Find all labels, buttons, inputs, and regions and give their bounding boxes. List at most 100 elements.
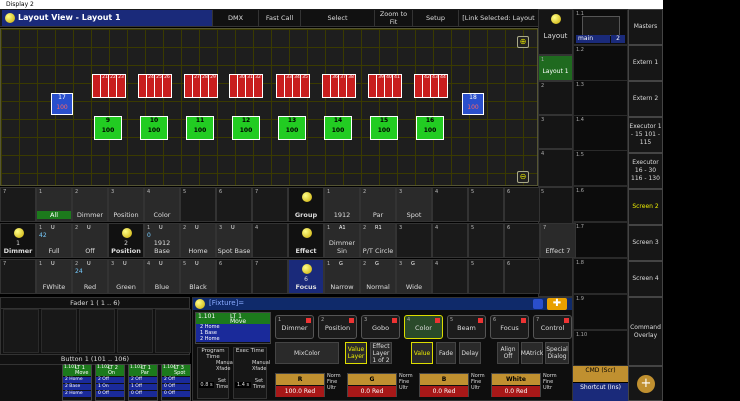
- setup-button[interactable]: Setup: [412, 10, 458, 26]
- norm-fine-ultra[interactable]: Norm Fine Ultr: [543, 373, 561, 397]
- focus-item[interactable]: 5: [468, 259, 504, 294]
- master-tab[interactable]: Executor 1 - 15 101 - 115: [628, 117, 663, 153]
- position-item[interactable]: 1 U 0 1912 Base: [144, 223, 180, 258]
- color-item[interactable]: 1 U FWhite: [36, 259, 72, 294]
- dmx-button[interactable]: DMX: [212, 10, 258, 26]
- attribute-button[interactable]: 2 Position: [318, 315, 357, 339]
- position-header[interactable]: 2 Position: [108, 223, 144, 258]
- fade-button[interactable]: Fade: [436, 342, 456, 364]
- shortcut-button[interactable]: Shortcut (Ins): [573, 383, 628, 401]
- color-item[interactable]: 2 U 24 Red: [72, 259, 108, 294]
- group-item[interactable]: 4: [432, 187, 468, 222]
- position-item[interactable]: 4: [252, 223, 288, 258]
- attribute-button[interactable]: 5 Beam: [447, 315, 486, 339]
- filter-item[interactable]: 7: [252, 187, 288, 222]
- effect-item[interactable]: 4: [432, 223, 468, 258]
- green-fixture[interactable]: 13 100: [278, 116, 306, 140]
- layout-tab-2[interactable]: 2: [538, 81, 573, 115]
- button-item[interactable]: 1.104 LT 3 Spot 2 Off 0 Off 0 Off: [161, 364, 191, 401]
- color-encoder[interactable]: White 0.0 Red: [491, 373, 541, 397]
- attribute-button[interactable]: 6 Focus: [490, 315, 529, 339]
- fader-cell-2[interactable]: [41, 309, 77, 353]
- effect-item[interactable]: 3: [396, 223, 432, 258]
- group-item[interactable]: 2 Par: [360, 187, 396, 222]
- dimmer-item[interactable]: 1 U 42 Full: [36, 223, 72, 258]
- fixture-17[interactable]: 17 100: [51, 93, 73, 115]
- filter-item[interactable]: 5: [180, 187, 216, 222]
- green-fixture[interactable]: 10 100: [140, 116, 168, 140]
- dimmer-header[interactable]: 1 Dimmer: [0, 223, 36, 258]
- effect-layer-button[interactable]: Effect Layer 1 of 2: [370, 342, 392, 364]
- green-fixture[interactable]: 14 100: [324, 116, 352, 140]
- master-tab[interactable]: Screen 2: [628, 189, 663, 225]
- focus-item[interactable]: 6: [504, 259, 540, 294]
- norm-fine-ultra[interactable]: Norm Fine Ultr: [327, 373, 345, 397]
- effect-item[interactable]: 6: [504, 223, 540, 258]
- green-fixture[interactable]: 9 100: [94, 116, 122, 140]
- red-fixture[interactable]: 41: [392, 74, 402, 98]
- master-tab[interactable]: Screen 3: [628, 225, 663, 261]
- color-item[interactable]: 7: [252, 259, 288, 294]
- executor-slot[interactable]: 1.5: [573, 150, 628, 186]
- focus-item[interactable]: 2 G Normal: [360, 259, 396, 294]
- effect-header[interactable]: Effect: [288, 223, 324, 258]
- attribute-button[interactable]: 1 Dimmer: [275, 315, 314, 339]
- master-tab[interactable]: Extern 2: [628, 81, 663, 117]
- executor-slot[interactable]: 1.4: [573, 115, 628, 151]
- red-fixture[interactable]: 26: [162, 74, 172, 98]
- sheet-exec-box[interactable]: 1.101 LT 1 Move 2 Home 1 Base 2 Home: [195, 312, 271, 344]
- master-tab[interactable]: Screen 4: [628, 261, 663, 297]
- executor-slot[interactable]: 1.9: [573, 294, 628, 330]
- color-item[interactable]: 5 U Black: [180, 259, 216, 294]
- group-item[interactable]: 3 Spot: [396, 187, 432, 222]
- attribute-button[interactable]: 7 Control: [533, 315, 572, 339]
- delay-button[interactable]: Delay: [459, 342, 481, 364]
- zoom-out-icon[interactable]: ⊖: [517, 171, 529, 183]
- focus-item[interactable]: 3 G Wide: [396, 259, 432, 294]
- position-item[interactable]: 3 U Spot Base: [216, 223, 252, 258]
- group-item[interactable]: 7: [0, 187, 36, 222]
- filter-item[interactable]: 3 Position: [108, 187, 144, 222]
- effect-item[interactable]: 7 Effect 7: [540, 223, 576, 258]
- position-item[interactable]: 2 U Home: [180, 223, 216, 258]
- link-selected-button[interactable]: [Link Selected: Layout: [458, 10, 538, 26]
- executor-slot[interactable]: 1.2: [573, 45, 628, 81]
- cmd-button[interactable]: CMD (Scr): [573, 366, 628, 382]
- zoom-to-fit-button[interactable]: Zoom to Fit: [374, 10, 412, 26]
- filter-item[interactable]: 2 Dimmer: [72, 187, 108, 222]
- fader-cell-4[interactable]: [117, 309, 153, 353]
- color-encoder[interactable]: B 0.0 Red: [419, 373, 469, 397]
- green-fixture[interactable]: 11 100: [186, 116, 214, 140]
- executor-main[interactable]: 1.1 main 2: [573, 9, 628, 45]
- color-encoder[interactable]: G 0.0 Red: [347, 373, 397, 397]
- fader-cell-3[interactable]: [79, 309, 115, 353]
- add-circle-icon[interactable]: +: [637, 375, 655, 393]
- add-icon[interactable]: ✚: [547, 298, 567, 310]
- color-item[interactable]: 6: [216, 259, 252, 294]
- button-item[interactable]: 1.102 LT 2 On 2 Off 1 On 0 Off: [95, 364, 125, 401]
- master-tab[interactable]: Command Overlay: [628, 297, 663, 366]
- focus-item[interactable]: 1 G Narrow: [324, 259, 360, 294]
- dimmer-item[interactable]: 2 U Off: [72, 223, 108, 258]
- layout-pool-header[interactable]: Layout: [538, 9, 573, 55]
- button-item[interactable]: 1.103 LT 1 Par 2 Off 1 Off 0 Off: [128, 364, 158, 401]
- value-button[interactable]: Value: [411, 342, 433, 364]
- effect-item[interactable]: 2 R1 P/T Circle: [360, 223, 396, 258]
- group-item[interactable]: 1 1912: [324, 187, 360, 222]
- green-fixture[interactable]: 16 100: [416, 116, 444, 140]
- value-layer-button[interactable]: Value Layer: [345, 342, 367, 364]
- layout-view-title[interactable]: Layout View - Layout 1: [2, 10, 212, 26]
- red-fixture[interactable]: 29: [208, 74, 218, 98]
- align-off-button[interactable]: Align Off: [497, 342, 519, 364]
- select-button[interactable]: Select: [300, 10, 374, 26]
- effect-item[interactable]: 1 A1 Dimmer Sin: [324, 223, 360, 258]
- button-item[interactable]: 1.101 LT 1 Move 2 Home 2 Base 2 Home: [62, 364, 92, 401]
- group-item[interactable]: 6: [504, 187, 540, 222]
- group-item[interactable]: 5: [468, 187, 504, 222]
- special-dialog-button[interactable]: Special Dialog: [545, 342, 569, 364]
- red-fixture[interactable]: 23: [116, 74, 126, 98]
- color-item[interactable]: 3 U Green: [108, 259, 144, 294]
- green-fixture[interactable]: 15 100: [370, 116, 398, 140]
- focus-header[interactable]: 6 Focus: [288, 259, 324, 294]
- filter-item[interactable]: 6: [216, 187, 252, 222]
